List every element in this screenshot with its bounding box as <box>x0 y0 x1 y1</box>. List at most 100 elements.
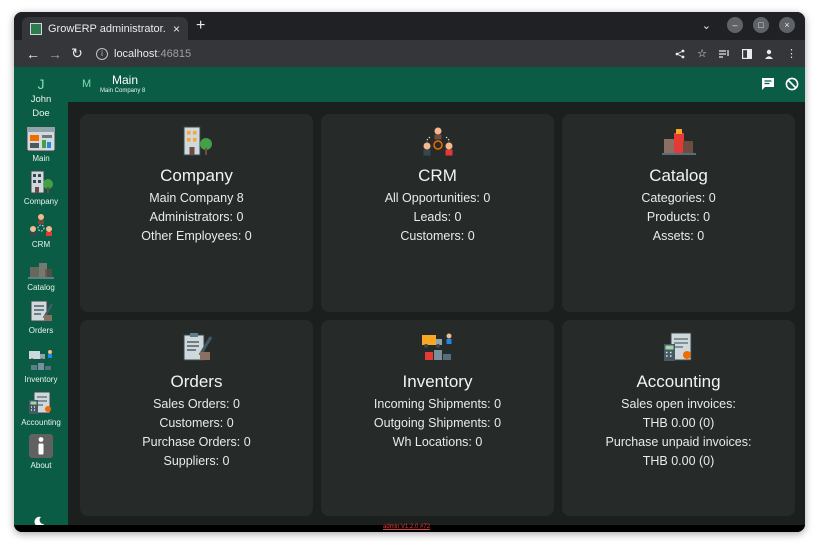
forward-icon[interactable]: → <box>44 46 66 62</box>
sidebar-item-accounting[interactable]: Accounting <box>14 390 68 427</box>
catalog-boxes-icon <box>661 125 696 157</box>
browser-window: GrowERP administrator. × + ⌄ – □ × ← → ↻… <box>14 12 805 532</box>
company-building-icon <box>26 169 56 195</box>
url-host: localhost <box>114 47 158 60</box>
favicon-icon <box>30 22 42 35</box>
outgoing-shipments-count: Outgoing Shipments: 0 <box>373 416 502 430</box>
sidebar-item-orders[interactable]: Orders <box>14 298 68 335</box>
suppliers-count: Suppliers: 0 <box>163 454 230 468</box>
accounting-calculator-icon <box>26 390 56 416</box>
minimize-icon[interactable]: – <box>727 17 743 33</box>
crm-people-icon <box>26 212 56 238</box>
company-building-icon <box>180 125 214 157</box>
sidebar-item-label: Accounting <box>21 418 61 427</box>
tab-close-icon[interactable]: × <box>173 22 180 36</box>
sidebar-item-label: Main <box>32 154 50 163</box>
sidebar-item-label: Company <box>23 197 59 206</box>
tab-search-chevron-icon[interactable]: ⌄ <box>702 19 711 32</box>
all-opportunities-count: All Opportunities: 0 <box>384 191 491 205</box>
share-icon[interactable] <box>675 49 685 59</box>
tab-strip: GrowERP administrator. × + ⌄ – □ × <box>14 12 805 40</box>
toolbar-icons: ☆ ⋮ <box>675 47 797 60</box>
chat-icon[interactable] <box>761 77 775 96</box>
accounting-calculator-icon <box>662 331 696 363</box>
sidebar-item-label: Inventory <box>24 375 58 384</box>
url-port: :46815 <box>157 47 192 60</box>
sidebar-item-label: CRM <box>31 240 51 249</box>
sales-open-invoices-amount: THB 0.00 (0) <box>642 416 715 430</box>
app-bar: M Main Main Company 8 <box>68 67 805 102</box>
catalog-card[interactable]: Catalog Categories: 0 Products: 0 Assets… <box>562 114 795 312</box>
crm-people-icon <box>421 125 455 157</box>
accounting-card[interactable]: Accounting Sales open invoices: THB 0.00… <box>562 320 795 516</box>
info-icon <box>26 433 56 459</box>
sidebar-item-catalog[interactable]: Catalog <box>14 255 68 292</box>
maximize-icon[interactable]: □ <box>753 17 769 33</box>
products-count: Products: 0 <box>646 210 711 224</box>
sidebar-item-about[interactable]: About <box>14 433 68 470</box>
version-link[interactable]: admin V1.2.0 #72 <box>383 524 430 530</box>
page-title: Main <box>112 73 139 87</box>
growerp-app: J John Doe Main Company CRM Catalog Orde… <box>14 67 805 532</box>
browser-menu-icon[interactable]: ⋮ <box>786 47 797 60</box>
card-title: CRM <box>418 166 457 185</box>
inventory-card[interactable]: Inventory Incoming Shipments: 0 Outgoing… <box>321 320 554 516</box>
status-bar: admin V1.2.0 #72 <box>14 524 805 532</box>
orders-card[interactable]: Orders Sales Orders: 0 Customers: 0 Purc… <box>80 320 313 516</box>
profile-icon[interactable] <box>764 49 774 59</box>
user-first-name: John <box>30 94 52 105</box>
company-card[interactable]: Company Main Company 8 Administrators: 0… <box>80 114 313 312</box>
catalog-boxes-icon <box>26 255 56 281</box>
bookmark-star-icon[interactable]: ☆ <box>697 47 707 60</box>
card-title: Company <box>160 166 233 185</box>
side-panel-icon[interactable] <box>742 48 752 59</box>
dashboard-icon <box>26 126 56 152</box>
reading-list-icon[interactable] <box>719 49 730 59</box>
card-title: Orders <box>170 372 223 391</box>
categories-count: Categories: 0 <box>641 191 716 205</box>
purchase-orders-count: Purchase Orders: 0 <box>142 435 251 449</box>
sales-open-invoices-label: Sales open invoices: <box>621 397 736 411</box>
card-title: Catalog <box>649 166 708 185</box>
close-window-icon[interactable]: × <box>779 17 795 33</box>
orders-customers-count: Customers: 0 <box>159 416 234 430</box>
logout-block-icon[interactable] <box>785 77 799 96</box>
browser-tab[interactable]: GrowERP administrator. × <box>22 17 188 40</box>
menu-letter-icon[interactable]: M <box>82 78 91 90</box>
reload-icon[interactable]: ↻ <box>66 45 88 62</box>
sidebar-item-label: About <box>30 461 52 470</box>
back-icon[interactable]: ← <box>22 46 44 62</box>
crm-card[interactable]: CRM All Opportunities: 0 Leads: 0 Custom… <box>321 114 554 312</box>
inventory-truck-icon <box>421 331 455 363</box>
sidebar-item-inventory[interactable]: Inventory <box>14 347 68 384</box>
card-title: Accounting <box>636 372 721 391</box>
theme-toggle-icon[interactable] <box>33 515 45 525</box>
sidebar-item-company[interactable]: Company <box>14 169 68 206</box>
browser-toolbar: ← → ↻ i localhost:46815 ☆ ⋮ <box>14 40 805 67</box>
sidebar-item-main[interactable]: Main <box>14 126 68 163</box>
navigation-rail: J John Doe Main Company CRM Catalog Orde… <box>14 67 68 525</box>
address-bar[interactable]: i localhost:46815 <box>96 44 675 64</box>
sidebar-item-label: Orders <box>28 326 54 335</box>
assets-count: Assets: 0 <box>652 229 705 243</box>
other-employees-count: Other Employees: 0 <box>141 229 252 243</box>
purchase-unpaid-invoices-amount: THB 0.00 (0) <box>642 454 715 468</box>
wh-locations-count: Wh Locations: 0 <box>392 435 483 449</box>
company-name: Main Company 8 <box>149 191 244 205</box>
orders-clipboard-icon <box>26 298 56 324</box>
card-title: Inventory <box>402 372 473 391</box>
incoming-shipments-count: Incoming Shipments: 0 <box>373 397 502 411</box>
leads-count: Leads: 0 <box>413 210 462 224</box>
user-avatar[interactable]: J <box>14 76 68 92</box>
site-info-icon[interactable]: i <box>96 47 108 60</box>
inventory-truck-icon <box>26 347 56 373</box>
window-controls: ⌄ – □ × <box>702 17 795 33</box>
orders-clipboard-icon <box>180 331 214 363</box>
user-last-name: Doe <box>32 108 50 119</box>
company-subtitle: Main Company 8 <box>100 88 146 94</box>
purchase-unpaid-invoices-label: Purchase unpaid invoices: <box>605 435 752 449</box>
administrators-count: Administrators: 0 <box>149 210 244 224</box>
sales-orders-count: Sales Orders: 0 <box>153 397 240 411</box>
new-tab-button[interactable]: + <box>196 18 205 34</box>
sidebar-item-crm[interactable]: CRM <box>14 212 68 249</box>
